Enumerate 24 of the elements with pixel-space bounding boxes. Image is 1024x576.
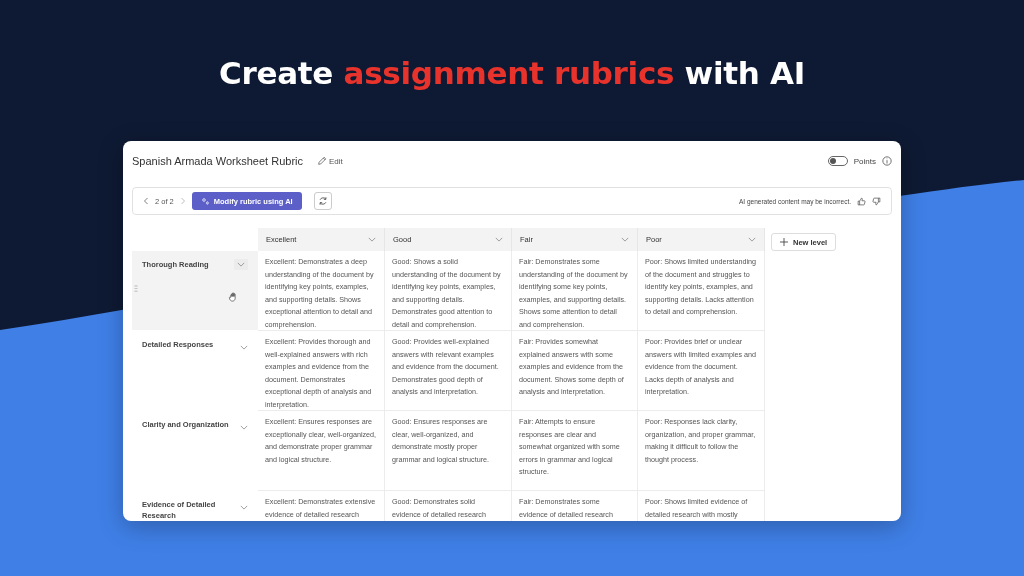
chevron-down-icon[interactable]	[240, 505, 248, 510]
thumbs-down-icon[interactable]	[872, 196, 881, 206]
next-icon[interactable]	[179, 197, 186, 205]
edit-button[interactable]: Edit	[313, 154, 347, 168]
toggle-switch[interactable]	[827, 156, 848, 166]
info-icon[interactable]	[882, 156, 892, 166]
chevron-down-icon[interactable]	[234, 259, 248, 270]
chevron-down-icon[interactable]	[368, 237, 376, 242]
chevron-down-icon[interactable]	[495, 237, 503, 242]
chevron-down-icon[interactable]	[621, 237, 629, 242]
plus-icon	[780, 238, 788, 246]
regenerate-button[interactable]	[313, 192, 332, 210]
pencil-icon	[317, 156, 327, 166]
chevron-down-icon[interactable]	[748, 237, 756, 242]
rubric-title: Spanish Armada Worksheet Rubric	[132, 155, 303, 167]
points-label: Points	[853, 156, 876, 166]
sparkle-icon	[200, 196, 210, 206]
refresh-icon	[317, 196, 328, 206]
previous-icon[interactable]	[143, 197, 149, 205]
chevron-down-icon[interactable]	[240, 425, 248, 430]
hand-cursor-icon	[228, 291, 239, 304]
thumbs-up-icon[interactable]	[857, 196, 866, 206]
headline: Create assignment rubrics with AI	[219, 55, 805, 93]
chevron-down-icon[interactable]	[240, 345, 248, 350]
